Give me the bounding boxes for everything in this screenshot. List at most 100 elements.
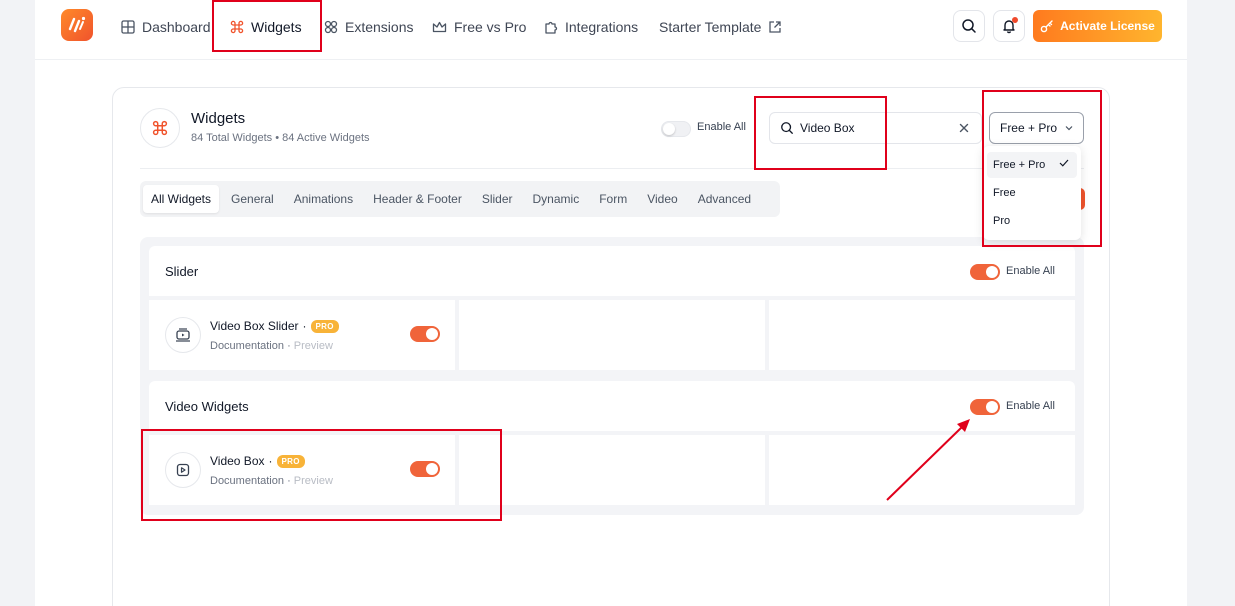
crown-icon bbox=[432, 21, 447, 33]
tab-slider[interactable]: Slider bbox=[474, 185, 521, 213]
count-separator: • bbox=[275, 132, 280, 144]
filter-select[interactable]: Free + Pro bbox=[989, 112, 1084, 144]
activate-license-button[interactable]: Activate License bbox=[1033, 10, 1162, 42]
tab-video[interactable]: Video bbox=[639, 185, 685, 213]
filter-option-label: Pro bbox=[993, 215, 1011, 227]
nav-extensions[interactable]: Extensions bbox=[324, 17, 413, 37]
widget-name: Video Box bbox=[210, 454, 265, 468]
external-link-icon bbox=[769, 21, 782, 33]
tab-advanced[interactable]: Advanced bbox=[690, 185, 759, 213]
group-enable-all-toggle[interactable] bbox=[970, 264, 1000, 280]
widget-toggle[interactable] bbox=[410, 461, 440, 477]
tab-general[interactable]: General bbox=[223, 185, 282, 213]
widget-toggle[interactable] bbox=[410, 326, 440, 342]
widgets-title: Widgets bbox=[191, 110, 246, 127]
group-header-video-widgets: Video Widgets Enable All bbox=[149, 381, 1075, 431]
extensions-icon bbox=[324, 20, 338, 34]
widget-links: Documentation · Preview bbox=[210, 475, 333, 487]
header-divider bbox=[140, 168, 1084, 169]
empty-widget-slot bbox=[459, 435, 765, 505]
search-button[interactable] bbox=[953, 10, 985, 42]
nav-free-vs-pro[interactable]: Free vs Pro bbox=[432, 17, 526, 37]
nav-widgets-label: Widgets bbox=[251, 19, 302, 35]
widget-search-box bbox=[769, 112, 982, 144]
notifications-button[interactable] bbox=[993, 10, 1025, 42]
nav-starter-template[interactable]: Starter Template bbox=[659, 17, 782, 37]
widget-name-row: Video Box Slider · PRO bbox=[210, 319, 339, 333]
search-input[interactable] bbox=[800, 121, 950, 135]
active-widgets-count: 84 Active Widgets bbox=[282, 132, 370, 144]
link-separator: · bbox=[287, 340, 291, 352]
nav-extensions-label: Extensions bbox=[345, 19, 414, 35]
tab-header-footer[interactable]: Header & Footer bbox=[365, 185, 470, 213]
pro-badge: PRO bbox=[310, 319, 339, 333]
group-header-slider: Slider Enable All bbox=[149, 246, 1075, 296]
widgets-card: Widgets 84 Total Widgets • 84 Active Wid… bbox=[112, 87, 1110, 606]
widget-icon-wrap bbox=[165, 317, 201, 353]
tab-all-widgets[interactable]: All Widgets bbox=[143, 185, 220, 213]
category-tabs: All Widgets General Animations Header & … bbox=[140, 181, 780, 217]
group-title: Video Widgets bbox=[165, 399, 249, 414]
widget-groups: Slider Enable All Video Box Slider · PRO… bbox=[140, 237, 1084, 515]
widget-card: Video Box Slider · PRO Documentation · P… bbox=[149, 300, 455, 370]
grid-icon bbox=[121, 20, 135, 34]
widget-name: Video Box Slider bbox=[210, 319, 299, 333]
command-icon bbox=[230, 20, 244, 34]
logo-mark-icon bbox=[68, 16, 86, 33]
search-icon bbox=[962, 19, 976, 33]
empty-widget-slot bbox=[769, 300, 1075, 370]
empty-widget-slot bbox=[769, 435, 1075, 505]
group-title: Slider bbox=[165, 264, 199, 279]
widget-links: Documentation · Preview bbox=[210, 340, 333, 352]
documentation-link[interactable]: Documentation bbox=[210, 475, 284, 487]
tab-dynamic[interactable]: Dynamic bbox=[525, 185, 588, 213]
tab-form[interactable]: Form bbox=[591, 185, 635, 213]
widget-name-dot: · bbox=[268, 454, 273, 468]
nav-dashboard[interactable]: Dashboard bbox=[121, 17, 211, 37]
video-play-icon bbox=[176, 463, 190, 477]
preview-link[interactable]: Preview bbox=[294, 340, 333, 352]
tab-animations[interactable]: Animations bbox=[286, 185, 361, 213]
enable-all-toggle[interactable] bbox=[661, 121, 691, 137]
top-nav: Dashboard Widgets Extensions Free vs Pro bbox=[35, 0, 1187, 60]
video-slider-icon bbox=[176, 328, 190, 342]
key-icon bbox=[1040, 20, 1053, 33]
brand-logo[interactable] bbox=[61, 9, 93, 41]
nav-starter-template-label: Starter Template bbox=[659, 19, 762, 35]
filter-option-pro[interactable]: Pro bbox=[987, 208, 1077, 234]
widget-name-dot: · bbox=[302, 319, 307, 333]
activate-license-label: Activate License bbox=[1060, 19, 1155, 33]
nav-integrations[interactable]: Integrations bbox=[544, 17, 638, 37]
clear-icon[interactable] bbox=[957, 121, 971, 135]
empty-widget-slot bbox=[459, 300, 765, 370]
widgets-counts: 84 Total Widgets • 84 Active Widgets bbox=[191, 132, 370, 144]
total-widgets-count: 84 Total Widgets bbox=[191, 132, 273, 144]
widgets-header-icon-wrap bbox=[140, 108, 180, 148]
link-separator: · bbox=[287, 475, 291, 487]
filter-option-label: Free bbox=[993, 187, 1016, 199]
chevron-down-icon bbox=[1065, 126, 1073, 131]
enable-all-label: Enable All bbox=[697, 121, 746, 133]
nav-integrations-label: Integrations bbox=[565, 19, 639, 35]
filter-selected-label: Free + Pro bbox=[999, 121, 1058, 135]
nav-free-vs-pro-label: Free vs Pro bbox=[454, 19, 527, 35]
nav-widgets[interactable]: Widgets bbox=[230, 17, 302, 37]
group-enable-all-label: Enable All bbox=[1006, 265, 1055, 277]
page: Dashboard Widgets Extensions Free vs Pro bbox=[35, 0, 1187, 606]
nav-dashboard-label: Dashboard bbox=[142, 19, 211, 35]
filter-option-label: Free + Pro bbox=[993, 159, 1046, 171]
check-icon bbox=[1059, 159, 1069, 167]
widget-icon-wrap bbox=[165, 452, 201, 488]
filter-option-free[interactable]: Free bbox=[987, 180, 1077, 206]
filter-option-free-pro[interactable]: Free + Pro bbox=[987, 152, 1077, 178]
command-icon bbox=[152, 120, 168, 136]
group-enable-all-label: Enable All bbox=[1006, 400, 1055, 412]
pro-badge: PRO bbox=[276, 454, 305, 468]
documentation-link[interactable]: Documentation bbox=[210, 340, 284, 352]
widget-name-row: Video Box · PRO bbox=[210, 454, 305, 468]
filter-dropdown-menu: Free + Pro Free Pro bbox=[983, 146, 1081, 240]
search-icon bbox=[781, 122, 793, 134]
preview-link[interactable]: Preview bbox=[294, 475, 333, 487]
notification-dot bbox=[1012, 17, 1018, 23]
group-enable-all-toggle[interactable] bbox=[970, 399, 1000, 415]
